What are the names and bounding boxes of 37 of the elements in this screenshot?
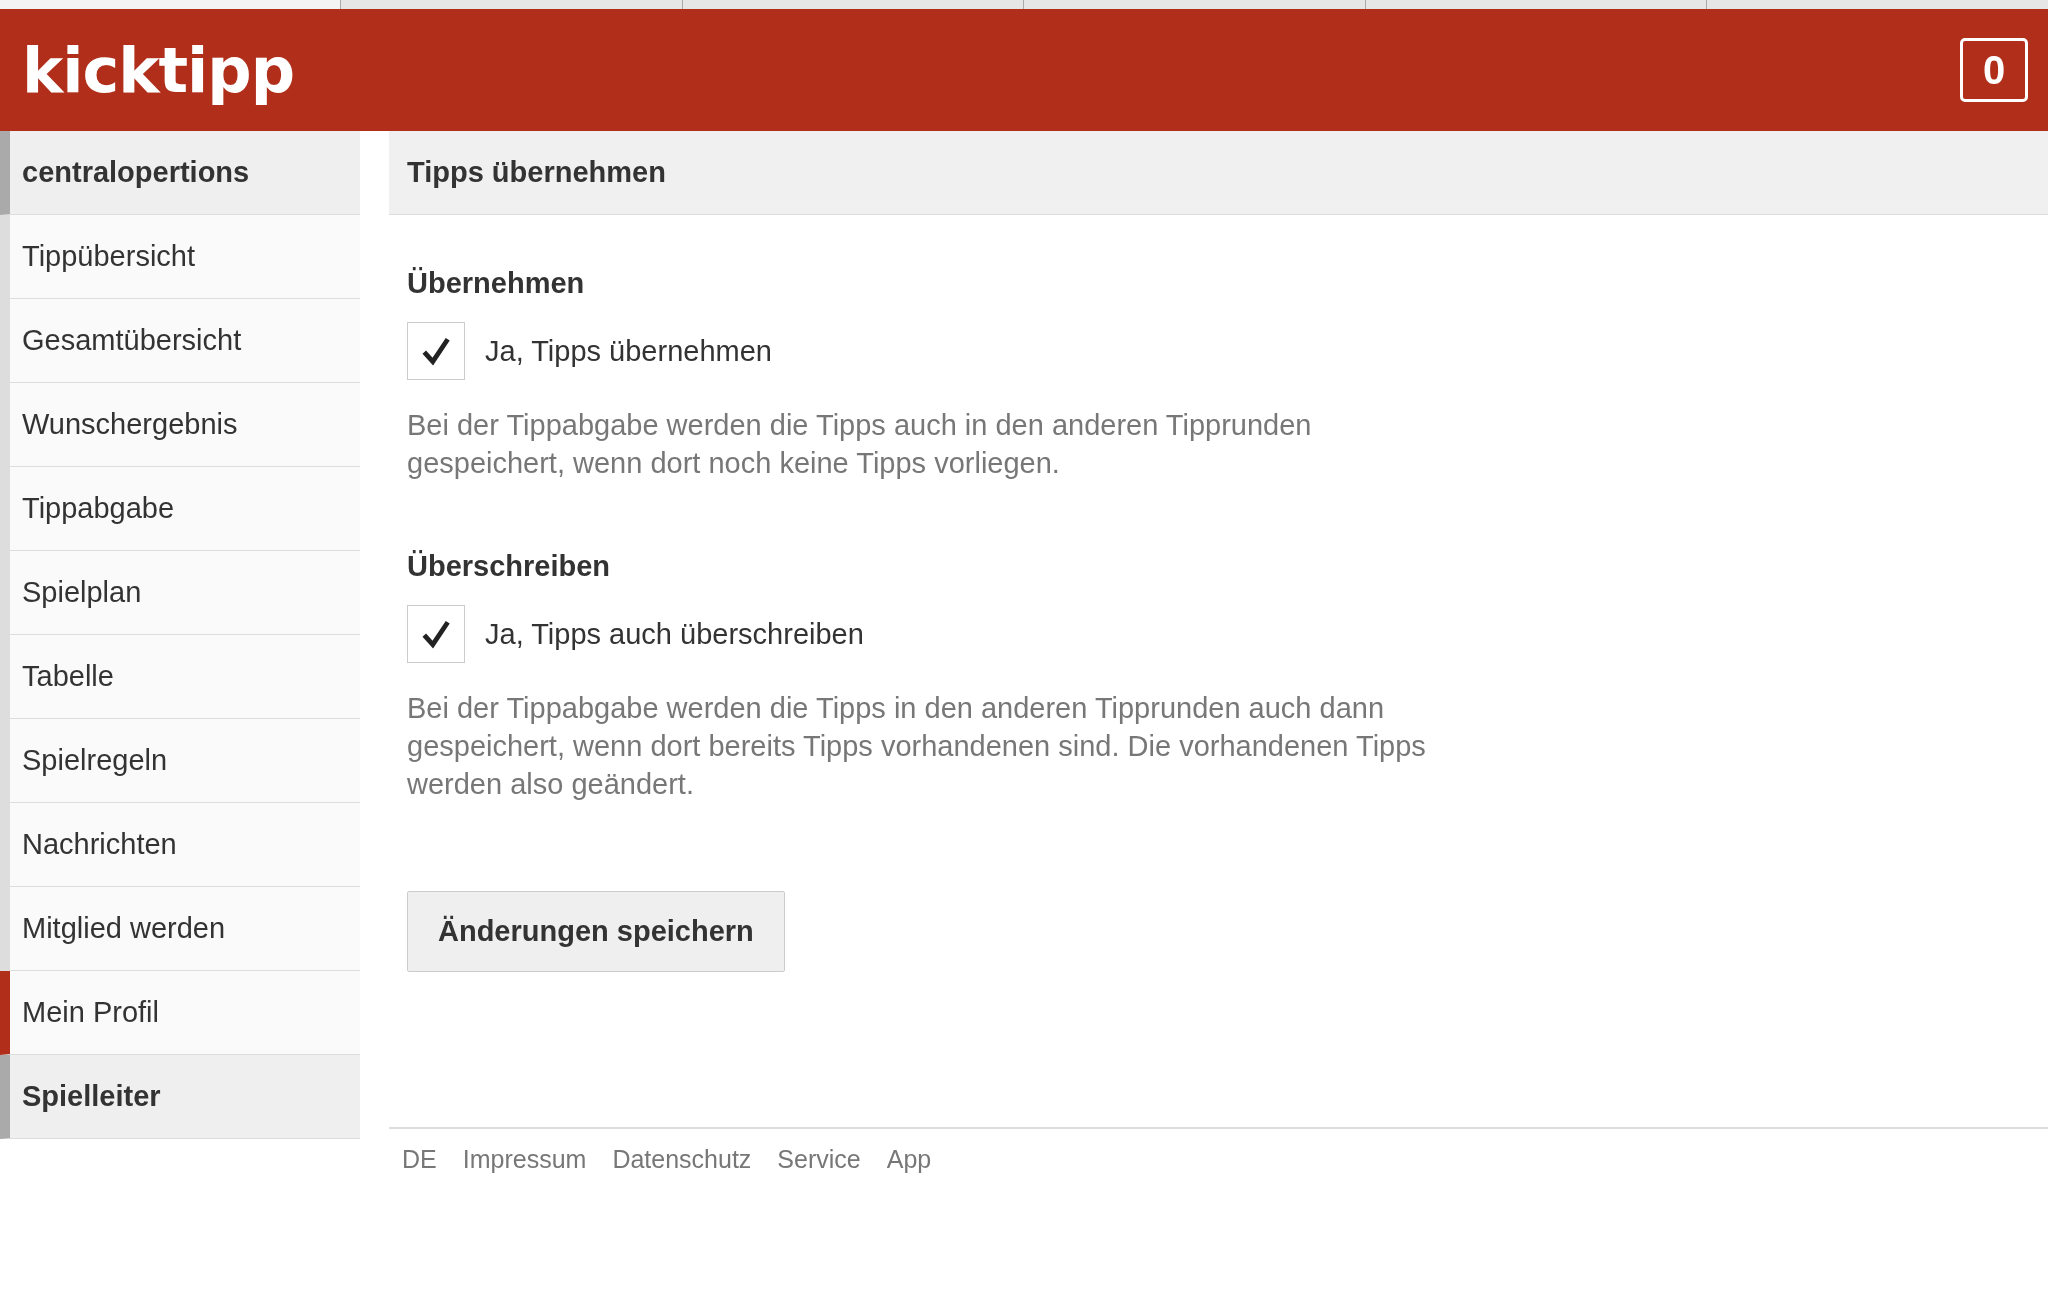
footer-link[interactable]: Datenschutz	[612, 1145, 752, 1206]
browser-tab[interactable]	[340, 0, 682, 9]
sidebar-item[interactable]: Gesamtübersicht	[0, 299, 360, 383]
checkbox[interactable]	[407, 322, 465, 380]
sidebar-item[interactable]: Tippabgabe	[0, 467, 360, 551]
checkbox[interactable]	[407, 605, 465, 663]
sidebar-item[interactable]: Tabelle	[0, 635, 360, 719]
checkbox-label[interactable]: Ja, Tipps übernehmen	[485, 334, 772, 368]
browser-tab[interactable]	[1706, 0, 2048, 9]
sidebar-item[interactable]: Spielregeln	[0, 719, 360, 803]
browser-tab[interactable]	[1023, 0, 1365, 9]
footer-link[interactable]: Impressum	[462, 1145, 587, 1206]
checkmark-icon	[420, 335, 452, 367]
sidebar-item[interactable]: Mein Profil	[0, 971, 360, 1055]
checkmark-icon	[420, 618, 452, 650]
sidebar-item[interactable]: Spielplan	[0, 551, 360, 635]
description-text: Bei der Tippabgabe werden die Tipps in den anderen Tipprunden auch dann gespeichert, wenn dort bereits Tipps vorhandenen sind. Die vorhandenen Tipps werden also geändert.	[407, 691, 1427, 802]
browser-tab[interactable]	[0, 0, 340, 9]
save-button[interactable]: Änderungen speichern	[407, 891, 785, 972]
sidebar-group-item[interactable]: centralopertions	[0, 131, 360, 215]
checkbox-label[interactable]: Ja, Tipps auch überschreiben	[485, 617, 864, 651]
sidebar-group-item[interactable]: Spielleiter	[0, 1055, 360, 1139]
sidebar-item[interactable]: Mitglied werden	[0, 887, 360, 971]
page-title: Tipps übernehmen	[389, 131, 2048, 215]
sidebar-item[interactable]: Tippübersicht	[0, 215, 360, 299]
logo[interactable]: kicktipp	[22, 33, 295, 107]
sidebar-item[interactable]: Wunschergebnis	[0, 383, 360, 467]
footer-link[interactable]: Service	[777, 1145, 861, 1206]
browser-tab[interactable]	[681, 0, 1024, 9]
sidebar-item[interactable]: Nachrichten	[0, 803, 360, 887]
footer-link[interactable]: App	[886, 1145, 932, 1206]
footer-link[interactable]: DE	[402, 1145, 437, 1206]
section-heading: Überschreiben	[407, 550, 612, 583]
count-badge[interactable]: 0	[1960, 38, 2028, 102]
section-heading: Übernehmen	[407, 267, 586, 300]
browser-tab[interactable]	[1364, 0, 1707, 9]
description-text: Bei der Tippabgabe werden die Tipps auch in den anderen Tipprunden gespeichert, wenn dort noch keine Tipps vorliegen.	[407, 408, 1313, 481]
